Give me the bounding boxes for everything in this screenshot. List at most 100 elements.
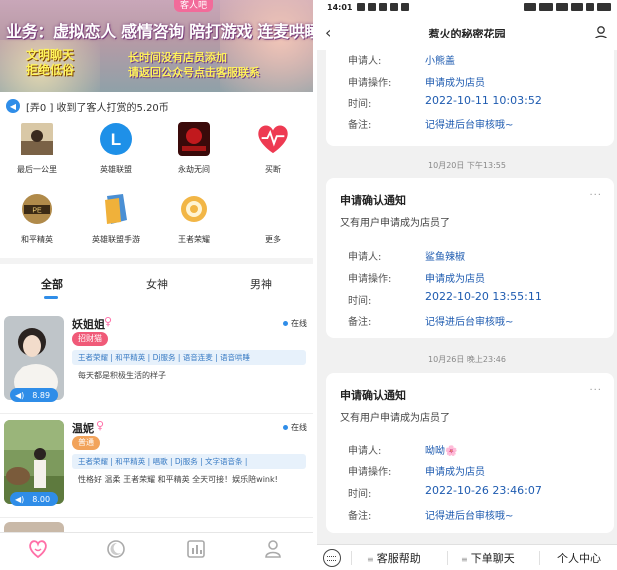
- op-value: 申请成为店员: [425, 467, 485, 478]
- banner-rules: 文明聊天 拒绝低俗: [26, 48, 74, 78]
- voice-duration: 8.89: [32, 390, 51, 400]
- message-card[interactable]: 申请确认通知 ··· 又有用户申请成为店员了 申请人: 鲨鱼辣椒 申请操作: 申…: [326, 178, 614, 338]
- notification-icons: [357, 3, 409, 11]
- category-item[interactable]: PE 和平精英: [6, 192, 68, 245]
- chart-icon: [187, 540, 205, 558]
- banner-contact-hint: 长时间没有店员添加 请返回公众号点击客服联系: [128, 50, 260, 80]
- applicant-label: 申请人:: [348, 56, 382, 67]
- peace-elite-icon: PE: [20, 192, 54, 226]
- clerk-card[interactable]: ◀) 8.00 温妮 ♀ 在线 普通 王者荣耀 | 和平精英 | 唱歌 | Dj服…: [0, 416, 313, 518]
- moon-icon: [107, 540, 125, 558]
- tab-all[interactable]: 全部: [41, 276, 63, 292]
- menu-label: 客服帮助: [376, 552, 421, 565]
- category-item[interactable]: 英雄联盟手游: [85, 192, 147, 245]
- category-label: 和平精英: [21, 235, 53, 244]
- note-value: 记得进后台审核哦~: [425, 317, 514, 328]
- op-value: 申请成为店员: [425, 78, 485, 89]
- status-time: 14:01: [327, 3, 353, 12]
- tab-god[interactable]: 男神: [250, 276, 272, 292]
- category-label: 英雄联盟: [100, 165, 132, 174]
- menu-label: 下单聊天: [470, 552, 515, 565]
- honor-of-kings-icon: [177, 192, 211, 226]
- tab-goddess[interactable]: 女神: [146, 276, 168, 292]
- category-item[interactable]: 更多: [242, 192, 304, 245]
- message-title: 申请确认通知: [340, 194, 406, 207]
- message-card: 申请人: 小熊盖 申请操作: 申请成为店员 时间: 2022-10-11 10:…: [326, 38, 614, 146]
- category-label: 王者荣耀: [178, 235, 210, 244]
- app-home-panel: 客人吧 业务：虚拟恋人 感情咨询 陪打游戏 连麦哄睡 文明聊天 拒绝低俗 长时间…: [0, 0, 313, 570]
- play-icon: ◀): [15, 494, 25, 504]
- applicant-label: 申请人:: [348, 252, 382, 263]
- op-label: 申请操作:: [348, 78, 392, 89]
- menu-divider: [539, 551, 540, 565]
- promo-banner[interactable]: 客人吧 业务：虚拟恋人 感情咨询 陪打游戏 连麦哄睡 文明聊天 拒绝低俗 长时间…: [0, 0, 313, 92]
- clerk-name: 温妮: [72, 422, 94, 435]
- category-item[interactable]: 最后一公里: [6, 122, 68, 175]
- nav-profile[interactable]: [253, 539, 293, 563]
- photo-icon: [20, 122, 54, 156]
- category-item[interactable]: 王者荣耀: [163, 192, 225, 245]
- message-title: 申请确认通知: [340, 389, 406, 402]
- note-label: 备注:: [348, 120, 372, 131]
- online-dot-icon: [283, 321, 288, 326]
- time-value: 2022-10-26 23:46:07: [425, 484, 542, 497]
- chat-menu-bar: ≡ 客服帮助 ≡ 下单聊天 个人中心: [317, 544, 617, 570]
- applicant-value: 鲨鱼辣椒: [425, 252, 465, 263]
- category-item[interactable]: 买断: [242, 122, 304, 175]
- menu-personal-center[interactable]: 个人中心: [557, 550, 601, 566]
- svg-text:PE: PE: [32, 208, 42, 215]
- voice-play-button[interactable]: ◀) 8.00: [10, 492, 58, 506]
- play-icon: ◀): [15, 390, 25, 400]
- online-dot-icon: [283, 425, 288, 430]
- menu-order-chat[interactable]: ≡ 下单聊天: [461, 550, 515, 566]
- category-label: 永劫无间: [178, 165, 210, 174]
- chat-panel: 14:01 ‹ 惹火的秘密花园 申请人: 小熊盖 申请操作: 申请成为店员 时间…: [317, 0, 617, 570]
- category-item[interactable]: L 英雄联盟: [85, 122, 147, 175]
- nav-home[interactable]: [18, 539, 58, 563]
- heart-outline-icon: [29, 540, 47, 559]
- note-label: 备注:: [348, 511, 372, 522]
- menu-icon: ≡: [367, 555, 374, 564]
- female-icon: ♀: [104, 315, 113, 328]
- more-options-icon[interactable]: ···: [589, 190, 602, 201]
- banner-hint-line: 请返回公众号点击客服联系: [128, 66, 260, 79]
- message-card[interactable]: 申请确认通知 ··· 又有用户申请成为店员了 申请人: 呦呦🌸 申请操作: 申请…: [326, 373, 614, 533]
- menu-divider: [351, 551, 352, 565]
- naraka-icon: [177, 122, 211, 156]
- menu-customer-service[interactable]: ≡ 客服帮助: [367, 550, 421, 566]
- category-item[interactable]: 永劫无间: [163, 122, 225, 175]
- time-label: 时间:: [348, 99, 372, 110]
- banner-hint-line: 长时间没有店员添加: [128, 51, 227, 64]
- category-label: 更多: [265, 235, 281, 244]
- note-value: 记得进后台审核哦~: [425, 511, 514, 522]
- online-status: 在线: [283, 422, 307, 433]
- tab-indicator: [44, 296, 58, 299]
- lol-mobile-icon: [99, 192, 133, 226]
- op-value: 申请成为店员: [425, 274, 485, 285]
- card-divider: [0, 413, 313, 414]
- keyboard-icon[interactable]: [323, 549, 341, 567]
- menu-divider: [447, 551, 448, 565]
- applicant-value: 呦呦🌸: [425, 446, 458, 457]
- op-label: 申请操作:: [348, 467, 392, 478]
- clerk-card[interactable]: ◀) 8.89 妖姐姐 ♀ 在线 招财猫 王者荣耀 | 和平精英 | Dj服务 |…: [0, 312, 313, 414]
- time-value: 2022-10-11 10:03:52: [425, 94, 542, 107]
- time-value: 2022-10-20 13:55:11: [425, 290, 542, 303]
- nav-moments[interactable]: [96, 539, 136, 563]
- skill-tags: 王者荣耀 | 和平精英 | Dj服务 | 语音连麦 | 语音哄睡: [72, 350, 306, 365]
- applicant-value: 小熊盖: [425, 56, 455, 67]
- more-options-icon[interactable]: ···: [589, 385, 602, 396]
- tip-notice: ◀ [弄0 ] 收到了客人打赏的5.20币: [0, 95, 313, 117]
- category-label: 英雄联盟手游: [92, 235, 140, 244]
- applicant-label: 申请人:: [348, 446, 382, 457]
- clerk-desc: 性格好 温柔 王者荣耀 和平精英 全天可接！娱乐陪wink!: [78, 475, 278, 484]
- female-icon: ♀: [96, 419, 105, 432]
- voice-play-button[interactable]: ◀) 8.89: [10, 388, 58, 402]
- online-status: 在线: [283, 318, 307, 329]
- bottom-nav: [0, 532, 313, 570]
- speaker-icon: ◀: [6, 99, 20, 113]
- time-label: 时间:: [348, 489, 372, 500]
- nav-orders[interactable]: [176, 539, 216, 563]
- notice-text: [弄0 ] 收到了客人打赏的5.20币: [26, 102, 169, 114]
- level-badge: 普通: [72, 436, 100, 450]
